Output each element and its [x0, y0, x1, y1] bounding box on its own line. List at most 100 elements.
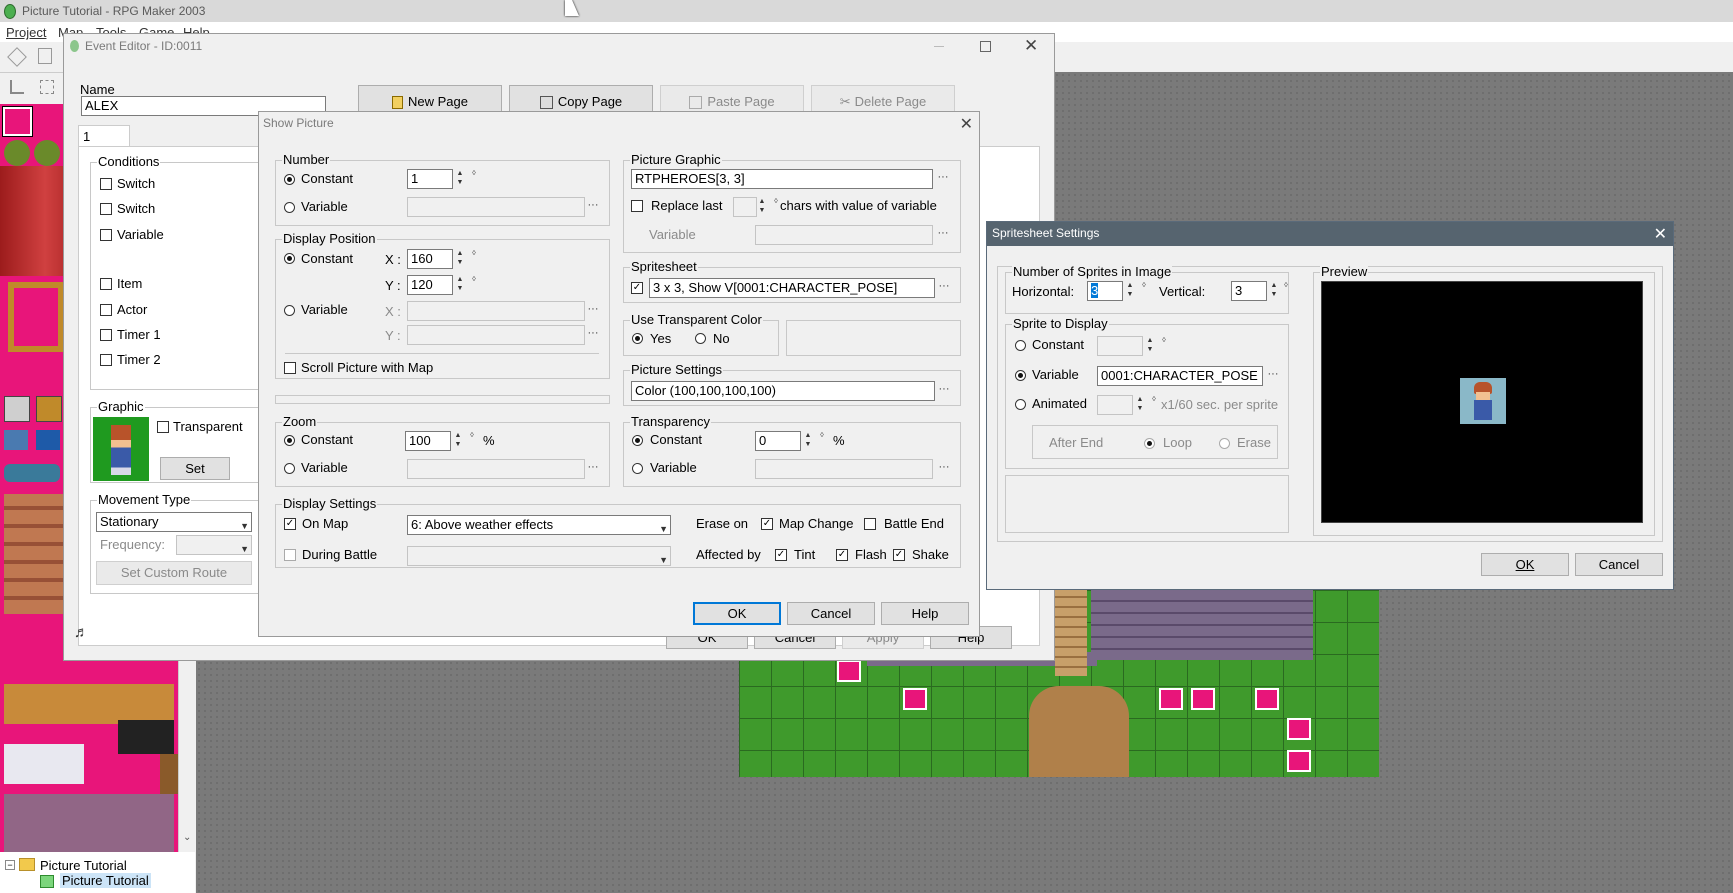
switch-1-checkbox[interactable] — [100, 178, 112, 190]
position-var-y-input[interactable] — [407, 325, 585, 345]
number-constant-input[interactable]: 1 — [407, 169, 453, 189]
number-variable-radio[interactable] — [284, 202, 295, 213]
replace-variable-browse-button[interactable]: ··· — [935, 226, 951, 244]
on-map-checkbox[interactable]: ✓ — [284, 518, 296, 530]
layer-select[interactable]: 6: Above weather effects ▼ — [407, 515, 671, 535]
battle-end-checkbox[interactable] — [864, 518, 876, 530]
replace-count-spinner[interactable]: ▲ ▼ — [755, 197, 769, 217]
sprite-constant-input[interactable] — [1097, 336, 1143, 356]
minimize-icon[interactable] — [934, 46, 944, 47]
transparent-color-swatch[interactable] — [786, 320, 961, 356]
horizontal-spinner[interactable]: ▲ ▼ — [1123, 281, 1137, 301]
frequency-select[interactable]: ▼ — [176, 535, 252, 555]
spritesheet-cancel-button[interactable]: Cancel — [1575, 553, 1663, 576]
close-icon[interactable]: ✕ — [1654, 224, 1667, 244]
set-custom-route-button[interactable]: Set Custom Route — [96, 561, 252, 585]
number-spinner-alt[interactable]: ◊ — [467, 169, 481, 189]
select-icon[interactable] — [40, 80, 54, 94]
transparency-spinner[interactable]: ▲ ▼ — [801, 431, 815, 451]
spritesheet-ok-button[interactable]: OK — [1481, 553, 1569, 576]
spritesheet-checkbox[interactable]: ✓ — [631, 282, 643, 294]
sprite-variable-input[interactable]: 0001:CHARACTER_POSE — [1097, 366, 1263, 386]
transparent-yes-radio[interactable] — [632, 333, 643, 344]
event-graphic[interactable] — [93, 417, 149, 481]
event-marker[interactable] — [1191, 688, 1215, 710]
close-icon[interactable]: ✕ — [1024, 36, 1038, 56]
show-picture-help-button[interactable]: Help — [881, 602, 969, 625]
spritesheet-input[interactable]: 3 x 3, Show V[0001:CHARACTER_POSE] — [649, 278, 935, 298]
vertical-spinner-alt[interactable]: ◊ — [1279, 281, 1293, 301]
zoom-spinner[interactable]: ▲ ▼ — [451, 431, 465, 451]
position-var-x-input[interactable] — [407, 301, 585, 321]
sprite-animated-input[interactable] — [1097, 395, 1133, 415]
event-marker[interactable] — [837, 660, 861, 682]
zoom-spinner-alt[interactable]: ◊ — [465, 431, 479, 451]
picture-settings-browse-button[interactable]: ··· — [936, 382, 952, 400]
menu-project[interactable]: Project — [6, 25, 46, 40]
event-marker[interactable] — [903, 688, 927, 710]
zoom-variable-radio[interactable] — [284, 463, 295, 474]
picture-graphic-browse-button[interactable]: ··· — [935, 170, 951, 188]
transparency-variable-input[interactable] — [755, 459, 933, 479]
flash-checkbox[interactable]: ✓ — [836, 549, 848, 561]
position-constant-radio[interactable] — [284, 253, 295, 264]
position-y-spinner-alt[interactable]: ◊ — [467, 275, 481, 295]
position-x-input[interactable]: 160 — [407, 249, 453, 269]
show-picture-ok-button[interactable]: OK — [693, 602, 781, 625]
scroll-with-map-checkbox[interactable] — [284, 362, 296, 374]
transparent-checkbox[interactable] — [157, 421, 169, 433]
number-variable-input[interactable] — [407, 197, 585, 217]
during-battle-checkbox[interactable] — [284, 549, 296, 561]
event-marker[interactable] — [1287, 718, 1311, 740]
replace-variable-input[interactable] — [755, 225, 933, 245]
position-y-input[interactable]: 120 — [407, 275, 453, 295]
item-checkbox[interactable] — [100, 278, 112, 290]
position-variable-radio[interactable] — [284, 305, 295, 316]
set-graphic-button[interactable]: Set — [160, 457, 230, 480]
position-x-spinner-alt[interactable]: ◊ — [467, 249, 481, 269]
position-var-y-browse-button[interactable]: ··· — [585, 326, 601, 344]
sprite-animated-spinner-alt[interactable]: ◊ — [1147, 395, 1161, 415]
movement-type-select[interactable]: Stationary ▼ — [96, 512, 252, 532]
undo-icon[interactable] — [10, 80, 24, 94]
number-spinner[interactable]: ▲ ▼ — [453, 169, 467, 189]
variable-checkbox[interactable] — [100, 229, 112, 241]
replace-last-checkbox[interactable] — [631, 200, 643, 212]
tint-checkbox[interactable]: ✓ — [775, 549, 787, 561]
sprite-constant-radio[interactable] — [1015, 340, 1026, 351]
close-icon[interactable]: ✕ — [960, 114, 973, 134]
chevron-down-icon[interactable]: ⌄ — [183, 832, 191, 843]
zoom-constant-input[interactable]: 100 — [405, 431, 451, 451]
sprite-constant-spinner-alt[interactable]: ◊ — [1157, 336, 1171, 356]
maximize-icon[interactable] — [980, 41, 991, 52]
transparent-no-radio[interactable] — [695, 333, 706, 344]
picture-graphic-input[interactable]: RTPHEROES[3, 3] — [631, 169, 933, 189]
event-marker[interactable] — [1255, 688, 1279, 710]
horizontal-spinner-alt[interactable]: ◊ — [1137, 281, 1151, 301]
eraser-icon[interactable] — [7, 47, 27, 67]
zoom-variable-browse-button[interactable]: ··· — [585, 460, 601, 478]
show-picture-cancel-button[interactable]: Cancel — [787, 602, 875, 625]
sprite-variable-browse-button[interactable]: ··· — [1265, 367, 1281, 385]
zoom-variable-input[interactable] — [407, 459, 585, 479]
loop-radio[interactable] — [1144, 438, 1155, 449]
sprite-animated-radio[interactable] — [1015, 399, 1026, 410]
selected-tile[interactable] — [3, 107, 32, 136]
vertical-input[interactable]: 3 — [1231, 281, 1267, 301]
map-change-checkbox[interactable]: ✓ — [761, 518, 773, 530]
copy-icon[interactable] — [38, 48, 52, 64]
actor-checkbox[interactable] — [100, 304, 112, 316]
erase-radio[interactable] — [1219, 438, 1230, 449]
zoom-constant-radio[interactable] — [284, 435, 295, 446]
spritesheet-browse-button[interactable]: ··· — [936, 279, 952, 297]
battle-layer-select[interactable]: ▼ — [407, 546, 671, 566]
tab-page-1[interactable]: 1 — [78, 125, 130, 147]
music-note-icon[interactable]: ♬ — [74, 624, 89, 641]
tree-child[interactable]: Picture Tutorial — [60, 873, 151, 888]
horizontal-input[interactable]: 3 — [1087, 281, 1123, 301]
transparency-constant-input[interactable]: 0 — [755, 431, 801, 451]
timer-2-checkbox[interactable] — [100, 354, 112, 366]
transparency-variable-radio[interactable] — [632, 463, 643, 474]
sprite-animated-spinner[interactable]: ▲ ▼ — [1133, 395, 1147, 415]
event-marker[interactable] — [1159, 688, 1183, 710]
